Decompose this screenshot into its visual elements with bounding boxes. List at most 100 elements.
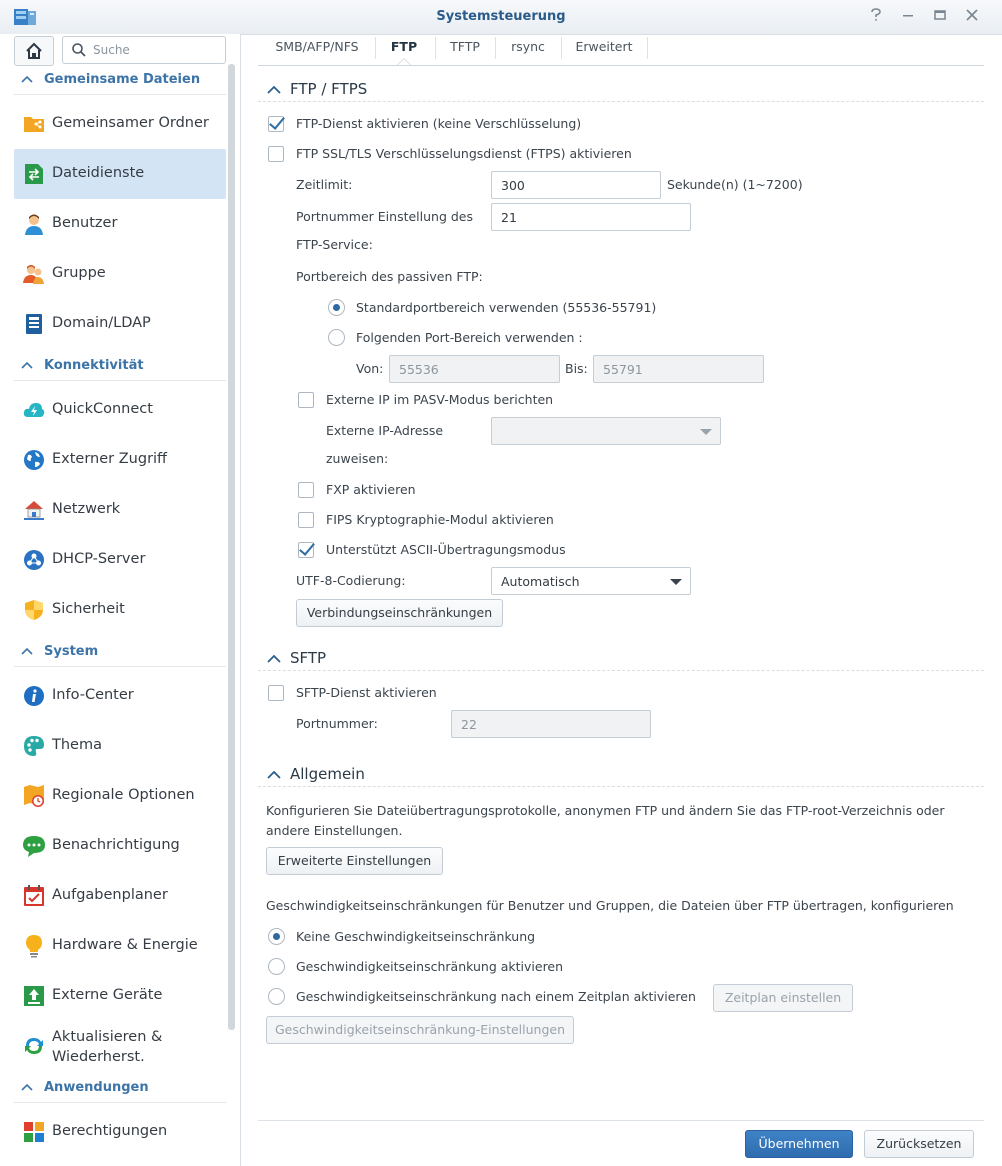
speed-limit-settings-button[interactable]: Geschwindigkeitseinschränkung-Einstellun… bbox=[266, 1016, 574, 1044]
apply-button[interactable]: Übernehmen bbox=[745, 1130, 853, 1158]
sidebar-item-domain-ldap[interactable]: Domain/LDAP bbox=[14, 299, 226, 349]
maximize-icon[interactable] bbox=[931, 8, 949, 26]
passive-custom-radio[interactable] bbox=[328, 329, 345, 346]
port-input[interactable]: 21 bbox=[491, 203, 691, 231]
minimize-icon[interactable] bbox=[899, 8, 917, 26]
sidebar-group-applications[interactable]: Anwendungen bbox=[14, 1074, 226, 1103]
enable-ftps-label: FTP SSL/TLS Verschlüsselungsdienst (FTPS… bbox=[296, 146, 632, 161]
enable-ftp-label: FTP-Dienst aktivieren (keine Verschlüsse… bbox=[296, 116, 582, 131]
search-input[interactable] bbox=[91, 41, 221, 59]
sidebar-item-group[interactable]: Gruppe bbox=[14, 249, 226, 299]
fips-checkbox[interactable] bbox=[298, 512, 314, 528]
speed-none-radio[interactable] bbox=[268, 928, 285, 945]
external-ip-label: Externe IP im PASV-Modus berichten bbox=[326, 392, 554, 407]
section-general[interactable]: Allgemein bbox=[258, 762, 984, 787]
tab-advanced[interactable]: Erweitert bbox=[566, 34, 642, 65]
regional-icon bbox=[24, 785, 44, 807]
tab-divider bbox=[375, 37, 376, 59]
utf8-select[interactable]: Automatisch bbox=[491, 567, 691, 595]
fxp-checkbox[interactable] bbox=[298, 482, 314, 498]
sidebar-item-dhcp-server[interactable]: DHCP-Server bbox=[14, 535, 226, 585]
sidebar-item-network[interactable]: Netzwerk bbox=[14, 485, 226, 535]
fips-label: FIPS Kryptographie-Modul aktivieren bbox=[326, 512, 554, 527]
chevron-up-icon bbox=[21, 647, 33, 655]
domain-icon bbox=[26, 314, 42, 334]
speed-none-label: Keine Geschwindigkeitseinschränkung bbox=[296, 929, 536, 944]
advanced-settings-button[interactable]: Erweiterte Einstellungen bbox=[266, 847, 443, 875]
permissions-icon bbox=[24, 1122, 44, 1142]
tab-divider bbox=[435, 37, 436, 59]
external-ip-address-label-line2: zuweisen: bbox=[326, 451, 389, 466]
timeout-label: Zeitlimit: bbox=[296, 177, 353, 192]
tab-divider bbox=[495, 37, 496, 59]
chevron-up-icon bbox=[267, 770, 281, 779]
shield-icon bbox=[25, 600, 43, 620]
chevron-down-icon bbox=[700, 429, 712, 435]
chevron-up-icon bbox=[21, 1083, 33, 1091]
refresh-icon bbox=[25, 1038, 43, 1054]
sidebar-item-external-devices[interactable]: Externe Geräte bbox=[14, 971, 226, 1021]
speed-schedule-radio[interactable] bbox=[268, 988, 285, 1005]
sidebar-item-notification[interactable]: Benachrichtigung bbox=[14, 821, 226, 871]
sidebar-item-shared-folder[interactable]: Gemeinsamer Ordner bbox=[14, 99, 226, 149]
external-ip-checkbox[interactable] bbox=[298, 392, 314, 408]
sidebar-group-shared-files[interactable]: Gemeinsame Dateien bbox=[14, 66, 226, 95]
chevron-up-icon bbox=[21, 361, 33, 369]
sidebar-item-user[interactable]: Benutzer bbox=[14, 199, 226, 249]
tab-smb-afp-nfs[interactable]: SMB/AFP/NFS bbox=[266, 34, 368, 65]
from-port-input[interactable]: 55536 bbox=[389, 355, 560, 383]
to-port-input[interactable]: 55791 bbox=[593, 355, 764, 383]
external-ip-address-label: Externe IP-Adresse bbox=[326, 423, 444, 438]
external-ip-select[interactable] bbox=[491, 417, 721, 445]
enable-ftp-checkbox[interactable] bbox=[268, 116, 284, 132]
section-ftp-ftps[interactable]: FTP / FTPS bbox=[258, 77, 984, 102]
sidebar-item-regional-options[interactable]: Regionale Optionen bbox=[14, 771, 226, 821]
ascii-mode-checkbox[interactable] bbox=[298, 542, 314, 558]
utf8-label: UTF-8-Codierung: bbox=[296, 573, 406, 588]
passive-custom-label: Folgenden Port-Bereich verwenden : bbox=[356, 330, 583, 345]
enable-ftps-checkbox[interactable] bbox=[268, 146, 284, 162]
speed-enable-radio[interactable] bbox=[268, 958, 285, 975]
sidebar-item-hardware-energy[interactable]: Hardware & Energie bbox=[14, 921, 226, 971]
sidebar-item-theme[interactable]: Thema bbox=[14, 721, 226, 771]
sidebar-scrollbar[interactable] bbox=[228, 64, 235, 1030]
port-label: Portnummer Einstellung des bbox=[296, 209, 474, 224]
sftp-port-input[interactable]: 22 bbox=[451, 710, 651, 738]
section-sftp[interactable]: SFTP bbox=[258, 646, 984, 671]
sidebar-item-info-center[interactable]: Info-Center bbox=[14, 671, 226, 721]
file-services-icon bbox=[25, 164, 43, 184]
sidebar: Gemeinsame Dateien Gemeinsamer Ordner Da… bbox=[0, 34, 241, 1166]
dhcp-icon bbox=[24, 550, 44, 570]
tab-rsync[interactable]: rsync bbox=[500, 34, 556, 65]
network-icon bbox=[24, 501, 44, 520]
window-title: Systemsteuerung bbox=[436, 9, 566, 24]
sidebar-item-quickconnect[interactable]: QuickConnect bbox=[14, 385, 226, 435]
title-bar: Systemsteuerung bbox=[0, 0, 1002, 35]
set-schedule-button[interactable]: Zeitplan einstellen bbox=[713, 984, 853, 1012]
chat-icon bbox=[23, 836, 45, 857]
sidebar-item-update-restore[interactable]: Aktualisieren & Wiederherst. bbox=[14, 1021, 226, 1071]
globe-icon bbox=[24, 450, 44, 470]
sidebar-item-file-services[interactable]: Dateidienste bbox=[14, 149, 226, 199]
reset-button[interactable]: Zurücksetzen bbox=[864, 1130, 974, 1158]
sidebar-item-task-scheduler[interactable]: Aufgabenplaner bbox=[14, 871, 226, 921]
sidebar-item-permissions[interactable]: Berechtigungen bbox=[14, 1107, 226, 1157]
footer-divider bbox=[258, 1120, 984, 1121]
group-icon bbox=[23, 265, 44, 284]
sidebar-item-external-access[interactable]: Externer Zugriff bbox=[14, 435, 226, 485]
search-box[interactable] bbox=[62, 36, 226, 64]
enable-sftp-checkbox[interactable] bbox=[268, 685, 284, 701]
passive-default-radio[interactable] bbox=[328, 299, 345, 316]
enable-sftp-label: SFTP-Dienst aktivieren bbox=[296, 685, 437, 700]
close-icon[interactable] bbox=[963, 8, 981, 26]
sidebar-item-security[interactable]: Sicherheit bbox=[14, 585, 226, 635]
sidebar-group-connectivity[interactable]: Konnektivität bbox=[14, 352, 226, 381]
help-icon[interactable] bbox=[867, 8, 885, 26]
home-button[interactable] bbox=[14, 36, 54, 66]
connection-limits-button[interactable]: Verbindungseinschränkungen bbox=[296, 599, 503, 627]
ascii-mode-label: Unterstützt ASCII-Übertragungsmodus bbox=[326, 542, 566, 557]
timeout-input[interactable]: 300 bbox=[491, 171, 661, 199]
sidebar-group-system[interactable]: System bbox=[14, 638, 226, 667]
tab-bar: SMB/AFP/NFS FTP TFTP rsync Erweitert bbox=[258, 34, 984, 66]
tab-tftp[interactable]: TFTP bbox=[440, 34, 490, 65]
